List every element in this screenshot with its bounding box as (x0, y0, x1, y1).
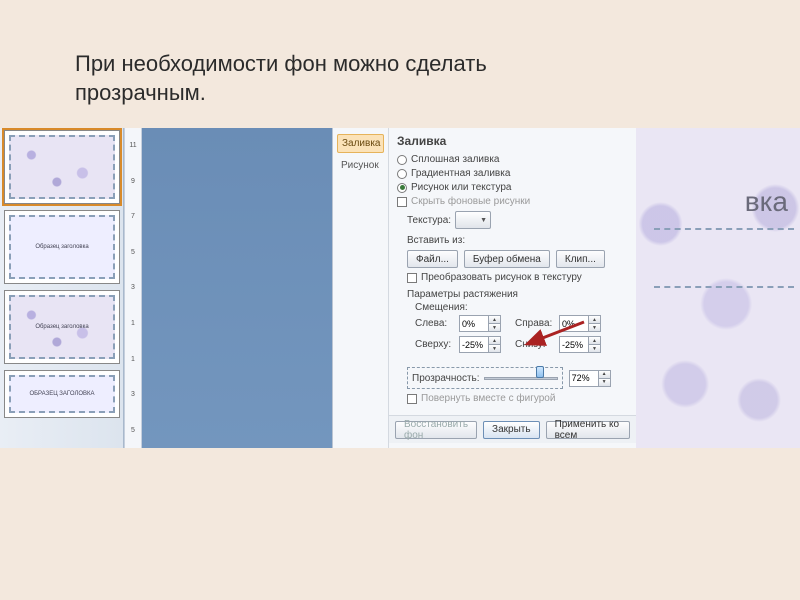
check-tile-picture[interactable]: Преобразовать рисунок в текстуру (407, 272, 628, 283)
transparency-label: Прозрачность: (412, 373, 480, 384)
spin-up-icon[interactable]: ▲ (489, 337, 500, 345)
offset-bottom-input[interactable] (559, 336, 589, 353)
radio-solid-label: Сплошная заливка (411, 154, 499, 165)
heading-line-2: прозрачным. (75, 80, 206, 105)
thumbnail-3[interactable]: Образец заголовка (4, 290, 120, 364)
rotate-label: Повернуть вместе с фигурой (421, 393, 555, 404)
thumbnail-4-preview: ОБРАЗЕЦ ЗАГОЛОВКА (9, 375, 115, 413)
powerpoint-window-strip: Образец заголовка Образец заголовка ОБРА… (0, 128, 800, 448)
format-background-dialog: Заливка Рисунок Заливка Сплошная заливка… (332, 128, 636, 448)
radio-icon (397, 169, 407, 179)
heading-line-1: При необходимости фон можно сделать (75, 51, 487, 76)
placeholder-border (654, 286, 794, 288)
spin-down-icon[interactable]: ▼ (589, 324, 600, 331)
spin-up-icon[interactable]: ▲ (599, 371, 610, 379)
spin-up-icon[interactable]: ▲ (589, 316, 600, 324)
stretch-options-label: Параметры растяжения (407, 289, 628, 300)
thumbnail-1-preview (9, 135, 115, 199)
thumbnail-2-preview: Образец заголовка (9, 215, 115, 279)
radio-picture-fill[interactable]: Рисунок или текстура (397, 182, 628, 193)
check-hide-background[interactable]: Скрыть фоновые рисунки (397, 196, 628, 207)
vertical-ruler: 1197531135 (124, 128, 142, 448)
dialog-content: Заливка Сплошная заливка Градиентная зал… (389, 128, 636, 448)
checkbox-icon (407, 273, 417, 283)
radio-gradient-fill[interactable]: Градиентная заливка (397, 168, 628, 179)
offsets-label: Смещения: (415, 302, 628, 313)
transparency-spin[interactable]: ▲▼ (569, 370, 611, 387)
check-tile-label: Преобразовать рисунок в текстуру (421, 272, 582, 283)
file-button[interactable]: Файл... (407, 250, 458, 268)
texture-dropdown[interactable]: ▼ (455, 211, 491, 229)
spin-down-icon[interactable]: ▼ (489, 345, 500, 352)
offset-right-spin[interactable]: ▲▼ (559, 315, 611, 332)
radio-solid-fill[interactable]: Сплошная заливка (397, 154, 628, 165)
thumbnail-2[interactable]: Образец заголовка (4, 210, 120, 284)
texture-label: Текстура: (407, 215, 451, 226)
radio-icon (397, 155, 407, 165)
offset-top-input[interactable] (459, 336, 489, 353)
offset-right-input[interactable] (559, 315, 589, 332)
checkbox-icon (397, 197, 407, 207)
offsets-grid: Слева: ▲▼ Справа: ▲▼ Сверху: ▲▼ Снизу: (415, 315, 628, 353)
radio-icon (397, 183, 407, 193)
reset-background-button[interactable]: Восстановить фон (395, 421, 477, 439)
offset-top-label: Сверху: (415, 339, 455, 350)
offset-bottom-label: Снизу: (515, 339, 555, 350)
offset-left-label: Слева: (415, 318, 455, 329)
texture-picker-row: Текстура: ▼ (407, 211, 628, 229)
radio-gradient-label: Градиентная заливка (411, 168, 510, 179)
close-button[interactable]: Закрыть (483, 421, 540, 439)
offset-top-spin[interactable]: ▲▼ (459, 336, 511, 353)
transparency-highlight-box: Прозрачность: (407, 367, 563, 389)
slide-edit-area[interactable] (142, 128, 332, 448)
spin-down-icon[interactable]: ▼ (599, 379, 610, 386)
tab-fill[interactable]: Заливка (337, 134, 384, 153)
slide-thumbnail-panel: Образец заголовка Образец заголовка ОБРА… (0, 128, 124, 448)
spin-down-icon[interactable]: ▼ (589, 345, 600, 352)
slide-preview-area: вка (636, 128, 800, 448)
chevron-down-icon: ▼ (480, 217, 487, 224)
offset-left-spin[interactable]: ▲▼ (459, 315, 511, 332)
dialog-title: Заливка (397, 134, 628, 148)
dialog-category-list: Заливка Рисунок (333, 128, 389, 448)
offset-right-label: Справа: (515, 318, 555, 329)
thumbnail-4[interactable]: ОБРАЗЕЦ ЗАГОЛОВКА (4, 370, 120, 418)
insert-from-label: Вставить из: (407, 235, 628, 246)
dialog-footer: Восстановить фон Закрыть Применить ко вс… (389, 415, 636, 443)
radio-picture-label: Рисунок или текстура (411, 182, 512, 193)
transparency-row: Прозрачность: ▲▼ (407, 367, 628, 389)
transparency-slider[interactable] (484, 371, 558, 385)
apply-all-button[interactable]: Применить ко всем (546, 421, 630, 439)
slider-thumb[interactable] (536, 366, 544, 378)
spin-up-icon[interactable]: ▲ (489, 316, 500, 324)
offset-left-input[interactable] (459, 315, 489, 332)
spin-up-icon[interactable]: ▲ (589, 337, 600, 345)
thumbnail-1[interactable] (4, 130, 120, 204)
clipart-button[interactable]: Клип... (556, 250, 605, 268)
check-rotate-with-shape: Повернуть вместе с фигурой (407, 393, 628, 404)
insert-from-buttons: Файл... Буфер обмена Клип... (407, 250, 628, 268)
checkbox-icon (407, 394, 417, 404)
spin-down-icon[interactable]: ▼ (489, 324, 500, 331)
slide-title-fragment: вка (745, 186, 788, 218)
tab-picture[interactable]: Рисунок (337, 157, 384, 174)
thumbnail-4-label: ОБРАЗЕЦ ЗАГОЛОВКА (29, 391, 94, 397)
thumbnail-2-label: Образец заголовка (35, 244, 88, 250)
offset-bottom-spin[interactable]: ▲▼ (559, 336, 611, 353)
clipboard-button[interactable]: Буфер обмена (464, 250, 550, 268)
thumbnail-3-label: Образец заголовка (35, 324, 88, 330)
check-hide-bg-label: Скрыть фоновые рисунки (411, 196, 530, 207)
instruction-heading: При необходимости фон можно сделать проз… (75, 50, 487, 107)
placeholder-border (654, 228, 794, 230)
transparency-input[interactable] (569, 370, 599, 387)
thumbnail-3-preview: Образец заголовка (9, 295, 115, 359)
